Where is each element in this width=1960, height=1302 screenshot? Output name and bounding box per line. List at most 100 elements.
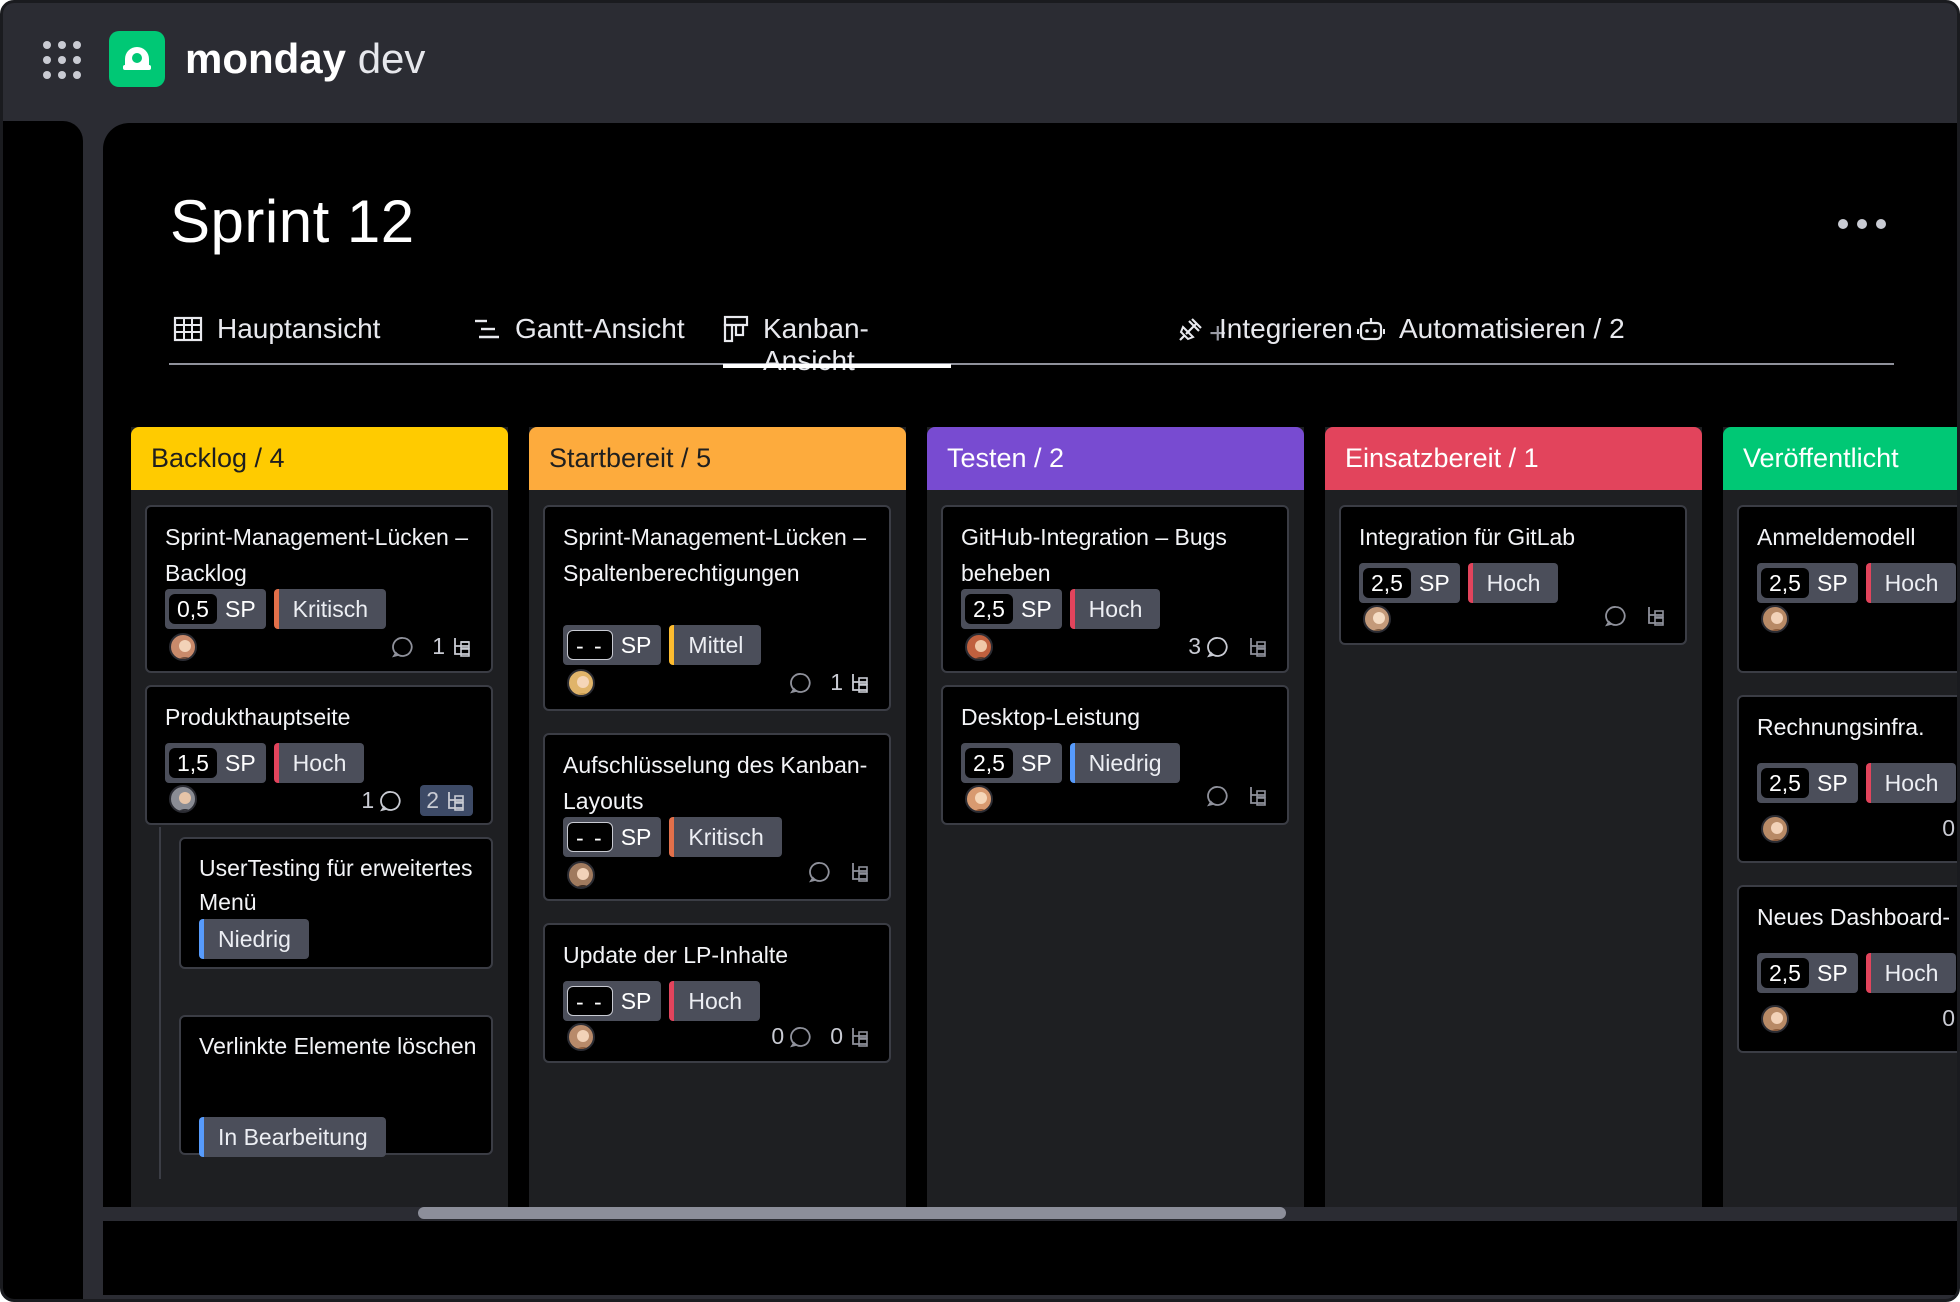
comment-icon (1605, 606, 1626, 627)
card-title: Sprint-Management-Lücken – Spaltenberech… (563, 524, 866, 586)
story-points-badge[interactable]: 2,5 SP (1757, 763, 1858, 803)
priority-badge[interactable]: Kritisch (273, 589, 387, 629)
comments-button[interactable] (1207, 785, 1229, 807)
story-points-unit: SP (620, 631, 652, 658)
subitems-button[interactable] (849, 861, 871, 883)
comments-button[interactable] (790, 672, 812, 694)
kanban-card[interactable]: Sprint-Management-Lücken – Backlog 0,5 S… (145, 505, 493, 673)
subitems-button[interactable]: 2 (420, 785, 473, 816)
comments-button[interactable]: 1 (361, 787, 402, 814)
kanban-card[interactable]: Anmeldemodell 2,5 SP Hoch (1737, 505, 1957, 673)
horizontal-scrollbar-thumb[interactable] (418, 1207, 1286, 1219)
priority-badge[interactable]: Hoch (1865, 563, 1957, 603)
priority-badge[interactable]: Niedrig (1069, 743, 1180, 783)
priority-badge[interactable]: Hoch (273, 743, 365, 783)
comment-icon (790, 1026, 811, 1047)
subitem-card[interactable]: UserTesting für erweitertes Menü Niedrig (179, 837, 493, 969)
story-points-value: - - (567, 986, 613, 1016)
more-options-icon[interactable] (1838, 219, 1886, 229)
priority-badge[interactable]: Hoch (1865, 763, 1957, 803)
subitems-icon (852, 863, 868, 882)
comments-count: 0 (771, 1023, 785, 1049)
column-startbereit: Startbereit / 5 Sprint-Management-Lücken… (529, 427, 906, 1227)
tab-hauptansicht[interactable]: Hauptansicht (173, 313, 380, 365)
story-points-unit: SP (1816, 769, 1848, 796)
card-title: Update der LP-Inhalte (563, 942, 789, 968)
app-grid-icon[interactable] (43, 41, 81, 79)
avatar[interactable] (567, 669, 595, 697)
subitems-count: 0 (830, 1023, 843, 1049)
column-header[interactable]: Veröffentlicht (1723, 427, 1957, 490)
story-points-badge[interactable]: 2,5 SP (961, 743, 1062, 783)
subitems-count: 1 (432, 633, 445, 659)
comments-button[interactable]: 0 (1942, 1005, 1955, 1032)
kanban-card[interactable]: Neues Dashboard- 2,5 SP Hoch 0 (1737, 885, 1957, 1053)
subitems-button[interactable] (1247, 636, 1269, 658)
subitems-button[interactable]: 0 (830, 1023, 871, 1050)
kanban-card[interactable]: Desktop-Leistung 2,5 SP Niedrig (941, 685, 1289, 825)
story-points-badge[interactable]: 0,5 SP (165, 589, 266, 629)
subitem-card[interactable]: Verlinkte Elemente löschen In Bearbeitun… (179, 1015, 493, 1157)
monday-logo-icon[interactable] (109, 31, 165, 87)
column-header[interactable]: Einsatzbereit / 1 (1325, 427, 1702, 490)
integrate-button[interactable]: Integrieren (1177, 313, 1353, 365)
table-icon (173, 316, 203, 342)
avatar[interactable] (1761, 1005, 1789, 1033)
comments-button[interactable]: 0 (1942, 815, 1955, 842)
priority-badge[interactable]: Kritisch (669, 817, 782, 857)
priority-badge[interactable]: Niedrig (199, 919, 309, 959)
story-points-badge[interactable]: - - SP (563, 817, 662, 857)
column-veroeffentlicht: Veröffentlicht Anmeldemodell 2,5 SP Hoch… (1723, 427, 1957, 1227)
avatar[interactable] (567, 1023, 595, 1051)
comments-button[interactable] (1605, 605, 1627, 627)
subitems-button[interactable]: 1 (830, 669, 871, 696)
kanban-card[interactable]: Aufschlüsselung des Kanban-Layouts - - S… (543, 733, 891, 901)
story-points-badge[interactable]: 1,5 SP (165, 743, 266, 783)
comment-icon (790, 672, 811, 693)
card-title: Aufschlüsselung des Kanban-Layouts (563, 752, 868, 814)
priority-badge[interactable]: Mittel (669, 625, 762, 665)
avatar[interactable] (169, 633, 197, 661)
status-badge[interactable]: In Bearbeitung (199, 1117, 386, 1157)
column-header[interactable]: Backlog / 4 (131, 427, 508, 490)
subitems-button[interactable] (1247, 785, 1269, 807)
story-points-badge[interactable]: - - SP (563, 981, 662, 1021)
kanban-card[interactable]: Update der LP-Inhalte - - SP Hoch 0 0 (543, 923, 891, 1063)
story-points-badge[interactable]: 2,5 SP (1757, 953, 1858, 993)
story-points-unit: SP (620, 987, 652, 1014)
story-points-unit: SP (224, 749, 256, 776)
priority-badge[interactable]: Hoch (1069, 589, 1161, 629)
story-points-badge[interactable]: 2,5 SP (961, 589, 1062, 629)
story-points-badge[interactable]: 2,5 SP (1757, 563, 1858, 603)
kanban-card[interactable]: Produkthauptseite 1,5 SP Hoch 1 2 (145, 685, 493, 825)
avatar[interactable] (1761, 605, 1789, 633)
kanban-card[interactable]: GitHub-Integration – Bugs beheben 2,5 SP… (941, 505, 1289, 673)
avatar[interactable] (1761, 815, 1789, 843)
priority-badge[interactable]: Hoch (1467, 563, 1559, 603)
avatar[interactable] (1363, 605, 1391, 633)
automate-button[interactable]: Automatisieren / 2 (1357, 313, 1625, 365)
avatar[interactable] (169, 785, 197, 813)
tab-kanban-ansicht[interactable]: Kanban-Ansicht (723, 313, 951, 376)
avatar[interactable] (965, 785, 993, 813)
priority-badge[interactable]: Hoch (669, 981, 761, 1021)
comments-button[interactable]: 0 (771, 1023, 812, 1050)
subitems-button[interactable]: 1 (432, 633, 473, 660)
story-points-badge[interactable]: - - SP (563, 625, 662, 665)
story-points-badge[interactable]: 2,5 SP (1359, 563, 1460, 603)
avatar[interactable] (965, 633, 993, 661)
kanban-card[interactable]: Sprint-Management-Lücken – Spaltenberech… (543, 505, 891, 711)
comments-button[interactable] (392, 636, 414, 658)
comments-button[interactable]: 3 (1188, 633, 1229, 660)
kanban-card[interactable]: Integration für GitLab 2,5 SP Hoch (1339, 505, 1687, 645)
comments-button[interactable] (809, 861, 831, 883)
priority-badge[interactable]: Hoch (1865, 953, 1957, 993)
avatar[interactable] (567, 861, 595, 889)
column-header[interactable]: Startbereit / 5 (529, 427, 906, 490)
kanban-card[interactable]: Rechnungsinfra. 2,5 SP Hoch 0 (1737, 695, 1957, 863)
subitems-button[interactable] (1645, 605, 1667, 627)
card-title: Desktop-Leistung (961, 704, 1140, 730)
tab-label: Kanban-Ansicht (763, 313, 869, 376)
tab-gantt-ansicht[interactable]: Gantt-Ansicht (473, 313, 685, 365)
column-header[interactable]: Testen / 2 (927, 427, 1304, 490)
